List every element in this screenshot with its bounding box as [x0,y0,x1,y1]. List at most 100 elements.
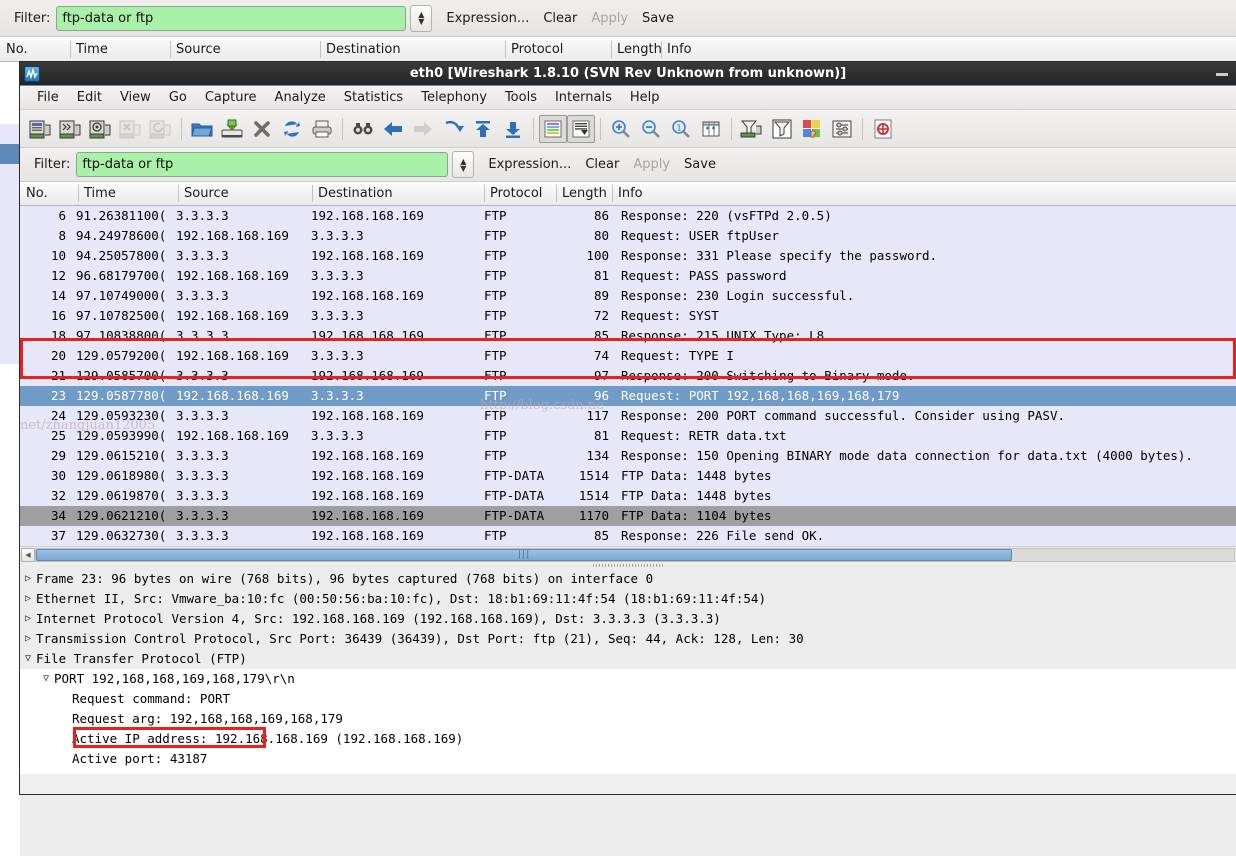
zoom-out-icon[interactable] [636,114,666,144]
detail-tree-row[interactable]: Active IP address: 192.168.168.169 (192.… [20,729,1236,749]
background-filter-dropdown-icon[interactable]: ▲ ▼ [410,4,433,32]
background-clear-button[interactable]: Clear [543,11,577,26]
collapsed-twisty-icon[interactable]: ▷ [20,569,36,589]
background-filter-input[interactable]: ftp-data or ftp [56,5,407,31]
background-col-info[interactable]: Info [661,37,861,62]
pane-divider[interactable] [20,562,1236,569]
packet-row[interactable]: 32 129.0619870(3.3.3.3 192.168.168.169 FTP-… [20,486,1236,506]
filter-history-dropdown-icon[interactable]: ▲ ▼ [452,151,475,178]
expanded-twisty-icon[interactable]: ▽ [38,669,54,689]
background-col-time[interactable]: Time [70,37,170,62]
detail-tree-row[interactable]: ▽ File Transfer Protocol (FTP) [20,649,1236,669]
find-packet-icon[interactable] [348,114,378,144]
save-button[interactable]: Save [684,157,716,172]
save-file-icon[interactable] [217,114,247,144]
column-header-time[interactable]: Time [78,181,178,206]
packet-row[interactable]: 25 129.0593990(192.168.168.169 3.3.3.3 FTP 8… [20,426,1236,446]
detail-tree-row[interactable]: Request command: PORT [20,689,1236,709]
expanded-twisty-icon[interactable]: ▽ [20,649,36,669]
column-header-info[interactable]: Info [612,181,912,206]
menu-view[interactable]: View [111,86,160,110]
title-bar[interactable]: eth0 [Wireshark 1.8.10 (SVN Rev Unknown … [20,62,1236,86]
menu-statistics[interactable]: Statistics [335,86,412,110]
background-col-destination[interactable]: Destination [320,37,505,62]
go-last-packet-icon[interactable] [498,114,528,144]
packet-row[interactable]: 37 129.0632730(3.3.3.3 192.168.168.169 FTP 8… [20,526,1236,546]
packet-row[interactable]: 6 91.26381100(3.3.3.3 192.168.168.169 FTP 86… [20,206,1236,226]
column-header-source[interactable]: Source [178,181,312,206]
packet-row[interactable]: 12 96.68179700(192.168.168.169 3.3.3.3 FTP 8… [20,266,1236,286]
menu-go[interactable]: Go [160,86,196,110]
packet-row[interactable]: 24 129.0593230(3.3.3.3 192.168.168.169 FTP 1… [20,406,1236,426]
print-icon[interactable] [307,114,337,144]
detail-tree-row[interactable]: Active port: 43187 [20,749,1236,769]
start-capture-icon[interactable] [86,114,116,144]
collapsed-twisty-icon[interactable]: ▷ [20,589,36,609]
background-save-button[interactable]: Save [642,11,674,26]
packet-row[interactable]: 10 94.25057800(3.3.3.3 192.168.168.169 FTP 1… [20,246,1236,266]
help-icon[interactable] [868,114,898,144]
menu-internals[interactable]: Internals [546,86,621,110]
close-file-icon[interactable] [247,114,277,144]
packet-row[interactable]: 34 129.0621210(3.3.3.3 192.168.168.169 FTP-… [20,506,1236,526]
zoom-in-icon[interactable] [606,114,636,144]
column-header-length[interactable]: Length [556,181,612,206]
packet-row[interactable]: 29 129.0615210(3.3.3.3 192.168.168.169 FTP 1… [20,446,1236,466]
packet-row[interactable]: 30 129.0618980(3.3.3.3 192.168.168.169 FTP-… [20,466,1236,486]
clear-button[interactable]: Clear [585,157,619,172]
scroll-left-arrow-icon[interactable]: ◀ [21,547,35,562]
go-to-packet-icon[interactable] [438,114,468,144]
background-expression-button[interactable]: Expression... [446,11,529,26]
auto-scroll-icon[interactable] [567,114,595,143]
coloring-rules-icon[interactable] [797,114,827,144]
menu-help[interactable]: Help [621,86,669,110]
packet-row[interactable]: 8 94.24978600(192.168.168.169 3.3.3.3 FTP 80… [20,226,1236,246]
background-col-length[interactable]: Length [611,37,662,62]
detail-tree-row[interactable]: ▷ Ethernet II, Src: Vmware_ba:10:fc (00:5… [20,589,1236,609]
detail-tree-row[interactable]: ▷ Internet Protocol Version 4, Src: 192.1… [20,609,1236,629]
packet-list[interactable]: 6 91.26381100(3.3.3.3 192.168.168.169 FTP 86… [20,206,1236,546]
zoom-normal-icon[interactable]: 1 [666,114,696,144]
menu-tools[interactable]: Tools [496,86,546,110]
resize-columns-icon[interactable] [696,114,726,144]
hscrollbar-thumb[interactable]: ||| [36,548,1013,561]
capture-filters-icon[interactable] [737,114,767,144]
packet-row[interactable]: 16 97.10782500(192.168.168.169 3.3.3.3 FTP 7… [20,306,1236,326]
background-col-protocol[interactable]: Protocol [505,37,611,62]
collapsed-twisty-icon[interactable]: ▷ [20,609,36,629]
preferences-icon[interactable] [827,114,857,144]
menu-capture[interactable]: Capture [196,86,266,110]
capture-options-icon[interactable] [56,114,86,144]
detail-tree-row[interactable]: ▷ Transmission Control Protocol, Src Port… [20,629,1236,649]
menu-telephony[interactable]: Telephony [412,86,496,110]
filter-input[interactable]: ftp-data or ftp [76,152,449,177]
go-first-packet-icon[interactable] [468,114,498,144]
packet-list-hscrollbar[interactable]: ◀ ||| [20,546,1236,562]
packet-row[interactable]: 23 129.0587780(192.168.168.169 3.3.3.3 FTP 9… [20,386,1236,406]
packet-row[interactable]: 21 129.0585700(3.3.3.3 192.168.168.169 FTP 9… [20,366,1236,386]
display-filters-icon[interactable] [767,114,797,144]
packet-row[interactable]: 18 97.10838800(3.3.3.3 192.168.168.169 FTP 8… [20,326,1236,346]
menu-edit[interactable]: Edit [68,86,111,110]
packet-detail-tree[interactable]: ▷ Frame 23: 96 bytes on wire (768 bits), … [20,569,1236,774]
go-back-icon[interactable] [378,114,408,144]
detail-tree-row[interactable]: ▽ PORT 192,168,168,169,168,179\r\n [20,669,1236,689]
menu-analyze[interactable]: Analyze [266,86,335,110]
column-header-no[interactable]: No. [20,181,78,206]
background-col-source[interactable]: Source [170,37,320,62]
reload-icon[interactable] [277,114,307,144]
column-header-protocol[interactable]: Protocol [484,181,556,206]
collapsed-twisty-icon[interactable]: ▷ [20,629,36,649]
hscrollbar-trough[interactable]: ||| [35,547,1235,562]
packet-row[interactable]: 14 97.10749000(3.3.3.3 192.168.168.169 FTP 8… [20,286,1236,306]
background-col-no[interactable]: No. [0,37,70,62]
detail-tree-row[interactable]: ▷ Frame 23: 96 bytes on wire (768 bits), … [20,569,1236,589]
colorize-icon[interactable] [539,114,567,143]
column-header-destination[interactable]: Destination [312,181,484,206]
open-file-icon[interactable] [187,114,217,144]
menu-file[interactable]: File [28,86,68,110]
interfaces-icon[interactable] [26,114,56,144]
detail-tree-row[interactable]: Request arg: 192,168,168,169,168,179 [20,709,1236,729]
minimize-button[interactable] [1216,73,1228,76]
expression-button[interactable]: Expression... [488,157,571,172]
